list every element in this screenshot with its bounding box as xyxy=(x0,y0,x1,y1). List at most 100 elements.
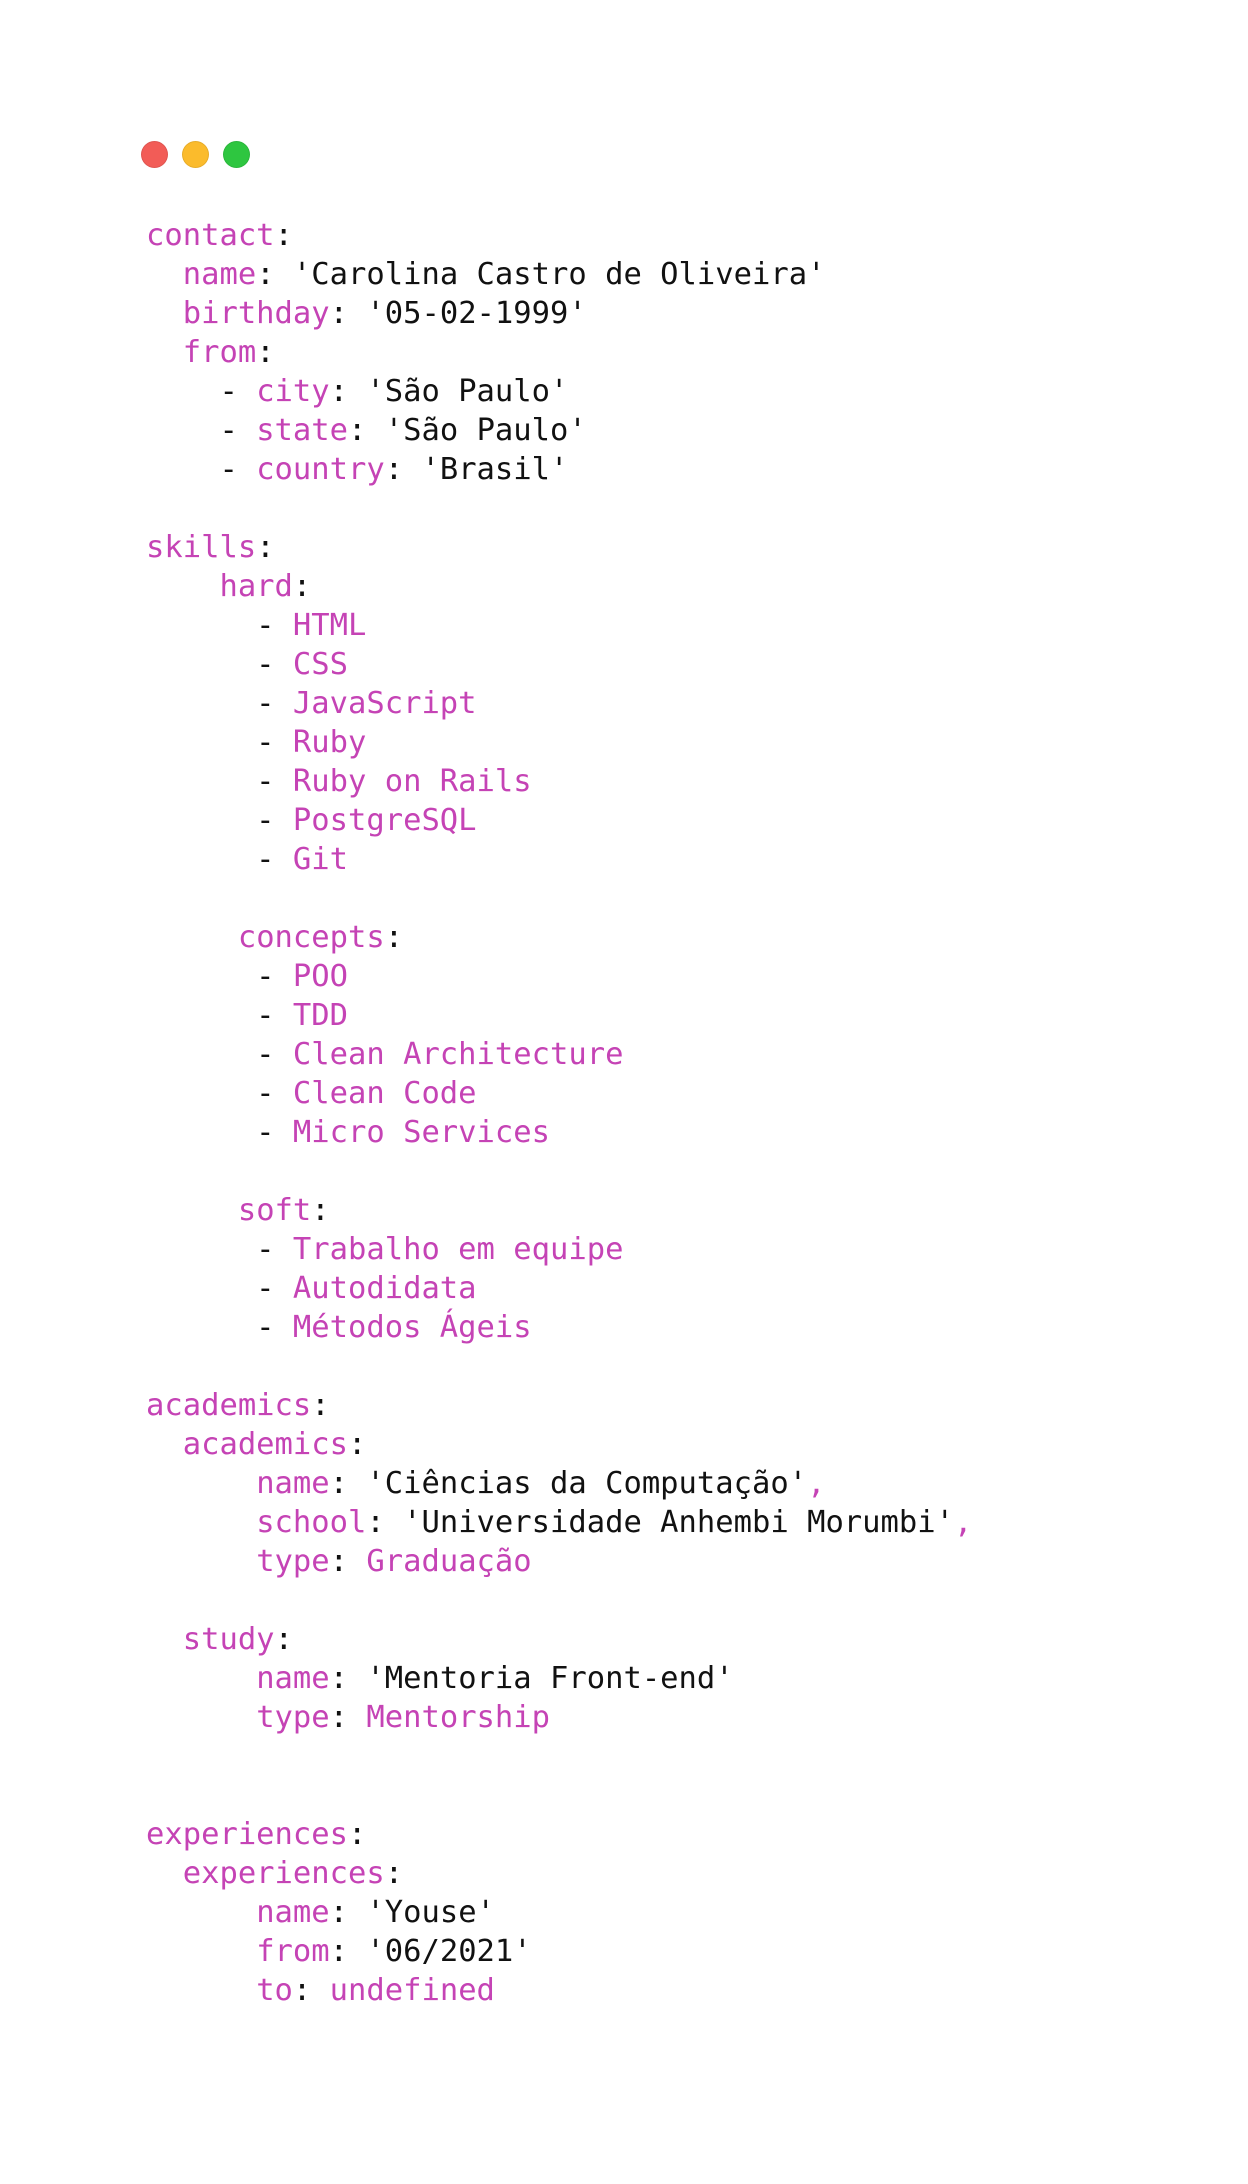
yaml-key: from xyxy=(182,335,257,370)
yaml-punctuation: - xyxy=(146,608,293,643)
yaml-key: concepts xyxy=(237,920,385,955)
close-button[interactable] xyxy=(141,141,168,168)
yaml-key: name xyxy=(256,1661,330,1696)
code-line: - Clean Architecture xyxy=(146,1035,972,1074)
yaml-key: state xyxy=(256,413,349,448)
yaml-key: skills xyxy=(146,530,257,565)
yaml-punctuation: - xyxy=(146,998,293,1033)
yaml-value: CSS xyxy=(292,647,348,682)
yaml-key: school xyxy=(256,1505,367,1540)
yaml-punctuation: - xyxy=(146,1115,293,1150)
yaml-punctuation xyxy=(146,1700,256,1735)
yaml-punctuation: - xyxy=(146,1310,293,1345)
code-line: school: 'Universidade Anhembi Morumbi', xyxy=(146,1503,972,1542)
code-line: - Clean Code xyxy=(146,1074,972,1113)
yaml-value: Mentorship xyxy=(366,1700,551,1735)
yaml-string: '05-02-1999' xyxy=(366,296,587,331)
yaml-key: , xyxy=(807,1466,826,1501)
yaml-value: Autodidata xyxy=(292,1271,477,1306)
yaml-string: 'Universidade Anhembi Morumbi' xyxy=(403,1505,954,1540)
yaml-string: 'Youse' xyxy=(366,1895,495,1930)
yaml-punctuation xyxy=(146,1505,256,1540)
code-line: soft: xyxy=(146,1191,972,1230)
code-line: - Autodidata xyxy=(146,1269,972,1308)
code-line: concepts: xyxy=(146,918,972,957)
yaml-punctuation: : xyxy=(384,452,422,487)
yaml-string: '06/2021' xyxy=(366,1934,532,1969)
yaml-punctuation: - xyxy=(146,374,257,409)
yaml-punctuation: : xyxy=(384,1856,404,1891)
yaml-punctuation: - xyxy=(146,803,293,838)
yaml-key: name xyxy=(256,1466,330,1501)
yaml-punctuation xyxy=(146,1661,256,1696)
zoom-button[interactable] xyxy=(223,141,250,168)
yaml-punctuation: : xyxy=(366,1505,404,1540)
code-line: - Ruby xyxy=(146,723,972,762)
yaml-string: 'Mentoria Front-end' xyxy=(366,1661,734,1696)
yaml-punctuation: - xyxy=(146,725,293,760)
code-line: - Trabalho em equipe xyxy=(146,1230,972,1269)
yaml-punctuation xyxy=(146,296,183,331)
yaml-punctuation xyxy=(146,1466,256,1501)
yaml-value: TDD xyxy=(292,998,348,1033)
yaml-punctuation: : xyxy=(329,1544,367,1579)
yaml-punctuation xyxy=(146,1895,256,1930)
yaml-punctuation: : xyxy=(292,1973,330,2008)
yaml-punctuation: - xyxy=(146,764,293,799)
code-line: - CSS xyxy=(146,645,972,684)
code-line: name: 'Youse' xyxy=(146,1893,972,1932)
yaml-key: academics xyxy=(146,1388,312,1423)
yaml-punctuation: : xyxy=(311,1388,330,1423)
yaml-string: 'Carolina Castro de Oliveira' xyxy=(292,257,826,292)
yaml-value: PostgreSQL xyxy=(292,803,477,838)
yaml-key: soft xyxy=(237,1193,312,1228)
code-line: experiences: xyxy=(146,1815,972,1854)
yaml-punctuation xyxy=(146,1544,256,1579)
yaml-key: to xyxy=(256,1973,293,2008)
yaml-punctuation: - xyxy=(146,647,293,682)
yaml-punctuation: : xyxy=(348,1817,367,1852)
yaml-punctuation: : xyxy=(384,920,404,955)
yaml-value: Ruby xyxy=(292,725,367,760)
yaml-punctuation: : xyxy=(329,1895,367,1930)
code-line: - country: 'Brasil' xyxy=(146,450,972,489)
yaml-punctuation xyxy=(146,1427,183,1462)
code-line: - Métodos Ágeis xyxy=(146,1308,972,1347)
yaml-string: 'São Paulo' xyxy=(366,374,569,409)
yaml-punctuation: - xyxy=(146,959,293,994)
yaml-key: contact xyxy=(146,218,275,253)
yaml-string: 'Brasil' xyxy=(421,452,569,487)
minimize-button[interactable] xyxy=(182,141,209,168)
yaml-key: academics xyxy=(182,1427,348,1462)
yaml-punctuation: : xyxy=(348,1427,367,1462)
yaml-key: , xyxy=(954,1505,973,1540)
yaml-value: Clean Architecture xyxy=(292,1037,624,1072)
code-line: - PostgreSQL xyxy=(146,801,972,840)
yaml-punctuation: - xyxy=(146,686,293,721)
yaml-value: Ruby on Rails xyxy=(292,764,532,799)
yaml-punctuation: : xyxy=(329,296,367,331)
yaml-value: HTML xyxy=(292,608,367,643)
code-line: from: xyxy=(146,333,972,372)
code-line: name: 'Carolina Castro de Oliveira' xyxy=(146,255,972,294)
yaml-punctuation: - xyxy=(146,1037,293,1072)
yaml-value: Clean Code xyxy=(292,1076,477,1111)
yaml-key: experiences xyxy=(146,1817,348,1852)
yaml-string: 'Ciências da Computação' xyxy=(366,1466,808,1501)
yaml-punctuation: : xyxy=(329,1700,367,1735)
yaml-punctuation: : xyxy=(329,1934,367,1969)
yaml-punctuation xyxy=(146,920,238,955)
yaml-punctuation: - xyxy=(146,1271,293,1306)
yaml-punctuation: : xyxy=(311,1193,330,1228)
yaml-value: Métodos Ágeis xyxy=(292,1310,532,1345)
code-line: name: 'Mentoria Front-end' xyxy=(146,1659,972,1698)
yaml-punctuation: : xyxy=(256,530,275,565)
code-line: name: 'Ciências da Computação', xyxy=(146,1464,972,1503)
code-line: skills: xyxy=(146,528,972,567)
yaml-value: POO xyxy=(292,959,348,994)
